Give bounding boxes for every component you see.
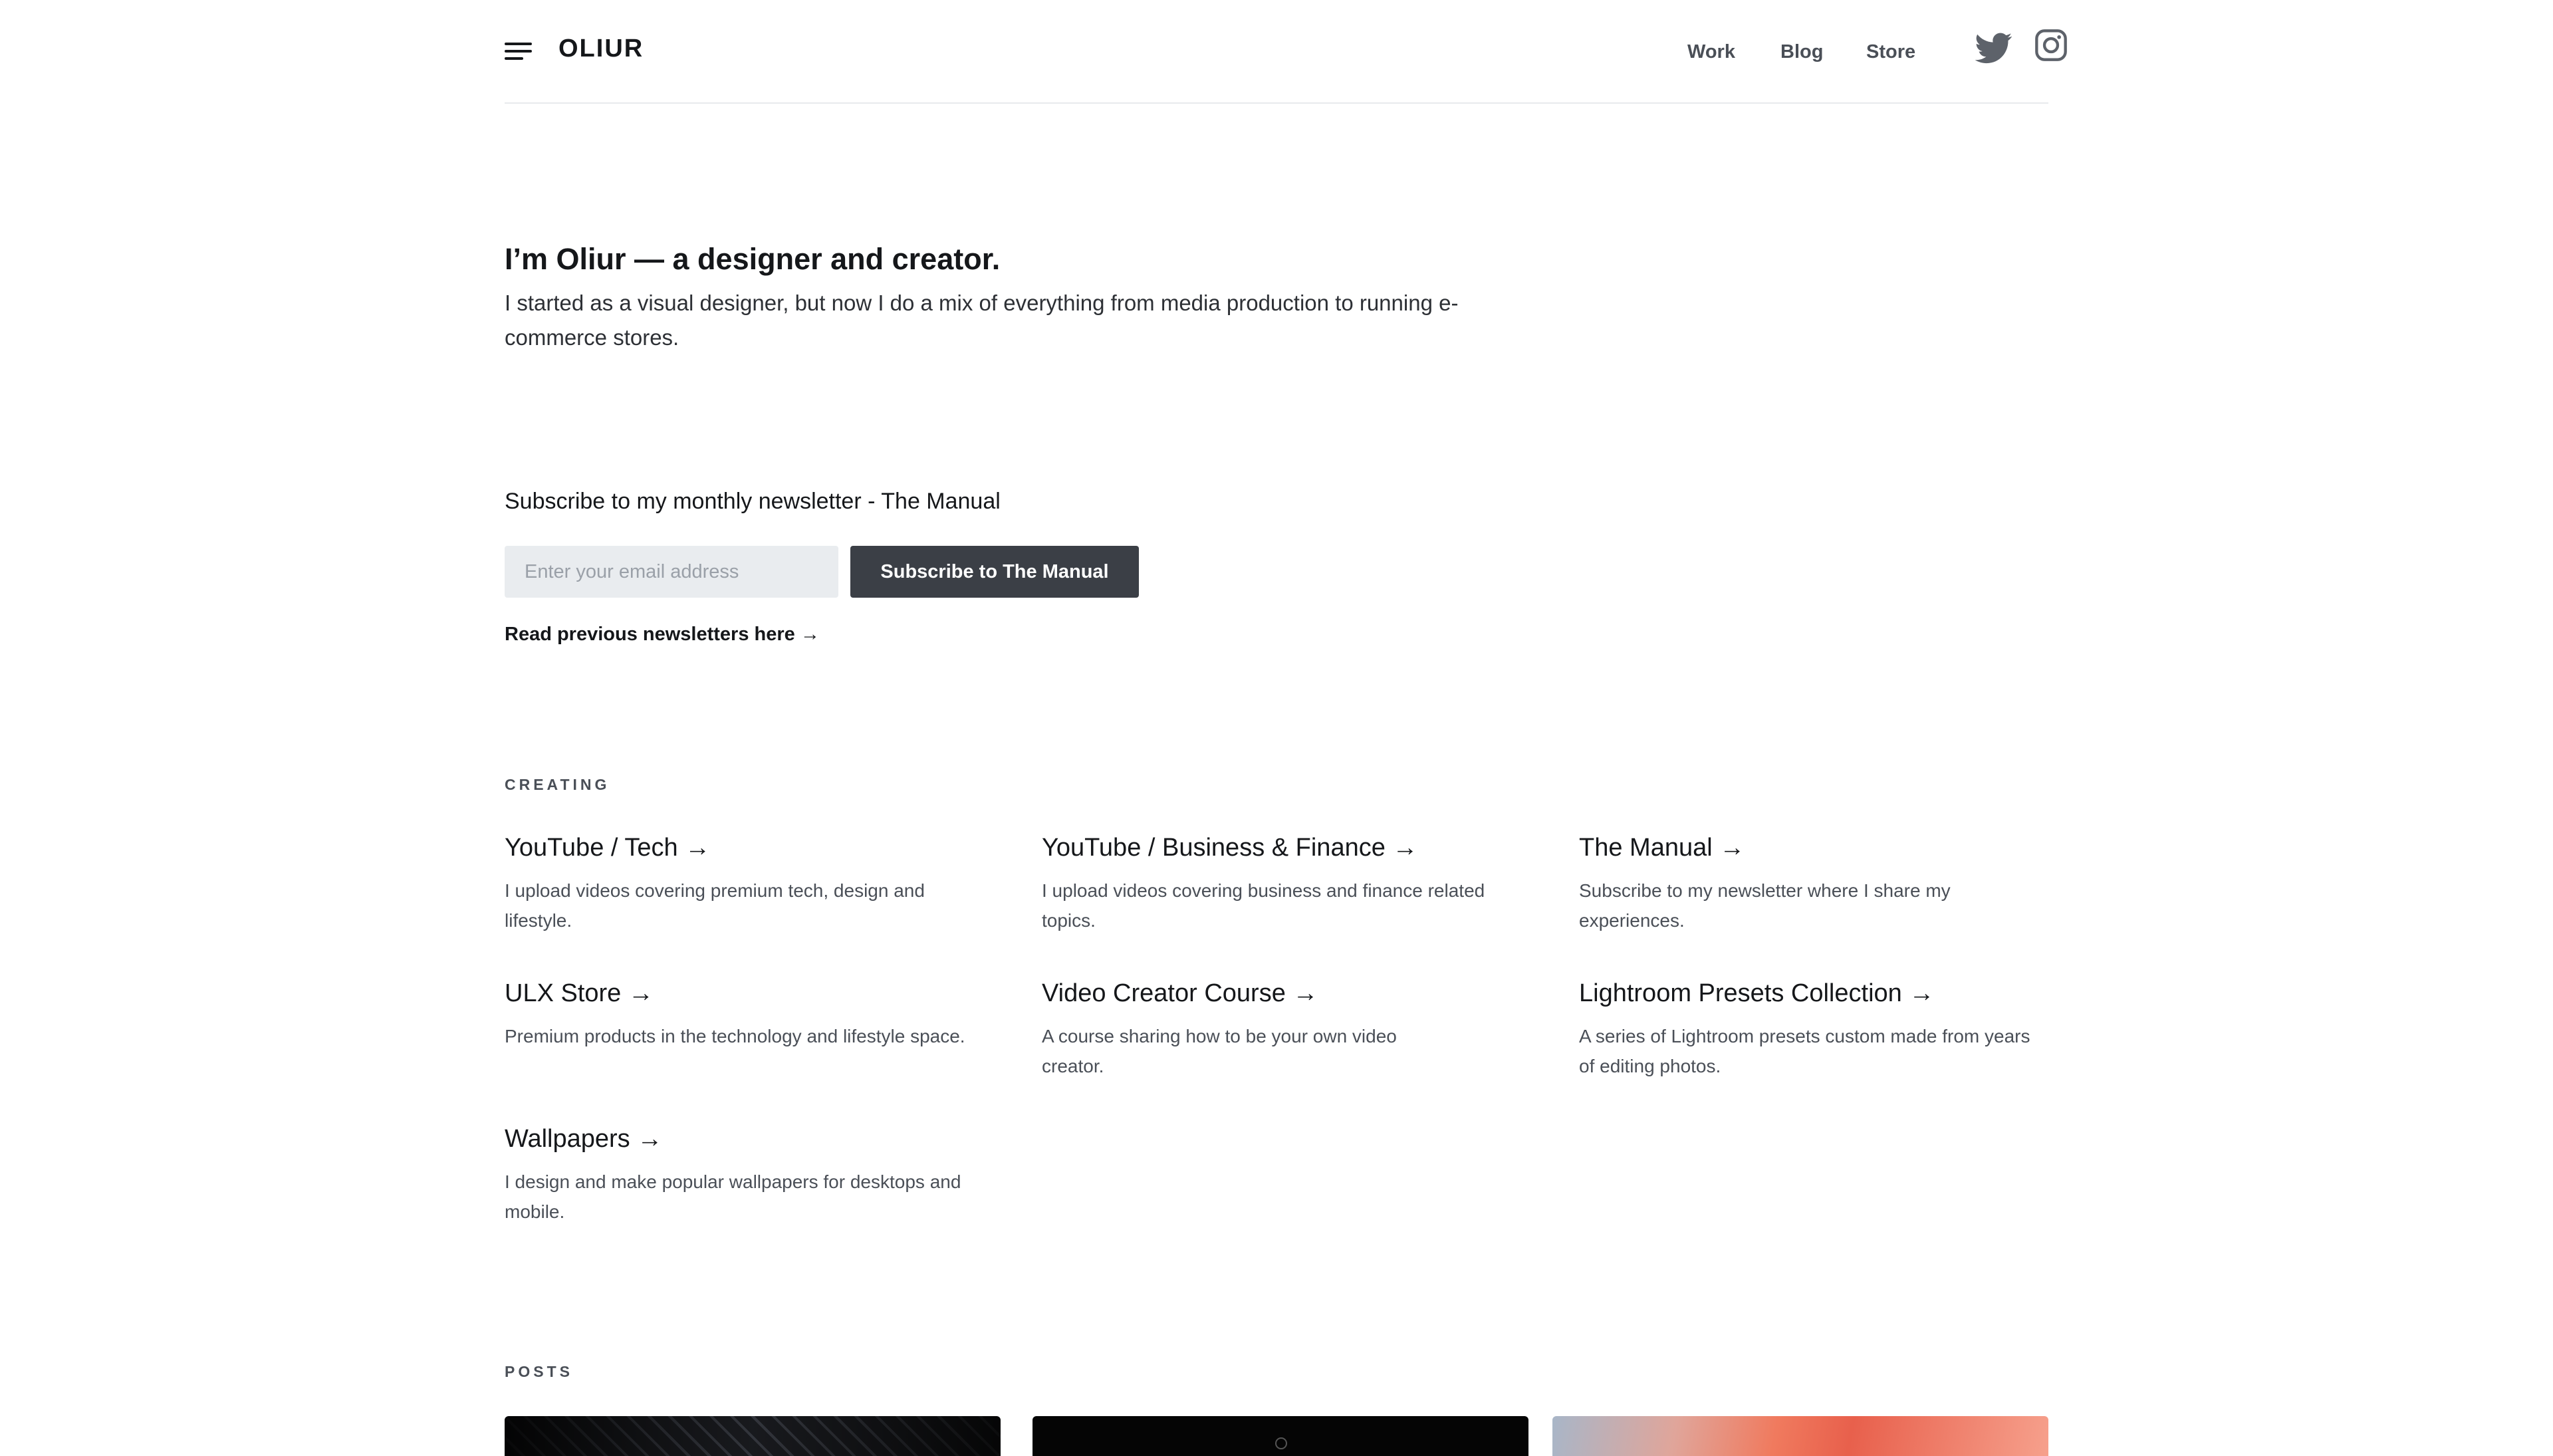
creating-item: Video Creator Course → A course sharing … [1042, 979, 1534, 1081]
email-input[interactable] [505, 546, 838, 598]
creating-item: ULX Store → Premium products in the tech… [505, 979, 997, 1051]
post-thumbnail[interactable] [505, 1416, 1001, 1456]
creating-item-description: Subscribe to my newsletter where I share… [1579, 880, 1951, 931]
creating-item: YouTube / Business & Finance → I upload … [1042, 834, 1534, 935]
hero-text: I started as a visual designer, but now … [505, 291, 1459, 350]
creating-item-description: Premium products in the technology and l… [505, 1026, 965, 1046]
creating-item-title[interactable]: Wallpapers → [505, 1125, 997, 1153]
creating-item-title[interactable]: The Manual → [1579, 834, 2071, 862]
creating-item-title[interactable]: ULX Store → [505, 979, 997, 1008]
menu-icon[interactable] [505, 43, 532, 60]
hero-title: I’m Oliur — a designer and creator. [505, 242, 1001, 276]
nav-link-blog[interactable]: Blog [1780, 41, 1823, 63]
site-header: OLIUR Work Blog Store [505, 0, 2067, 104]
previous-newsletters-link[interactable]: Read previous newsletters here → [505, 624, 820, 646]
creating-item-description: I design and make popular wallpapers for… [505, 1171, 961, 1222]
creating-item: The Manual → Subscribe to my newsletter … [1579, 834, 2071, 935]
post-logo-icon [1275, 1437, 1287, 1449]
creating-item-title[interactable]: YouTube / Tech → [505, 834, 997, 862]
subscribe-button[interactable]: Subscribe to The Manual [850, 546, 1139, 598]
creating-item-description: I upload videos covering premium tech, d… [505, 880, 925, 931]
creating-section-label: CREATING [505, 776, 610, 793]
instagram-icon[interactable] [2034, 28, 2071, 65]
newsletter-heading: Subscribe to my monthly newsletter - The… [505, 489, 1001, 514]
creating-item-title[interactable]: Video Creator Course → [1042, 979, 1534, 1008]
creating-item: Wallpapers → I design and make popular w… [505, 1125, 997, 1227]
twitter-icon[interactable] [1975, 29, 2012, 66]
post-thumbnail[interactable] [1552, 1416, 2048, 1456]
post-thumbnail[interactable] [1033, 1416, 1528, 1456]
creating-item-title[interactable]: YouTube / Business & Finance → [1042, 834, 1534, 862]
creating-item-description: A series of Lightroom presets custom mad… [1579, 1026, 2030, 1076]
page-container: OLIUR Work Blog Store I’m Oliur — a desi… [505, 0, 2067, 1456]
posts-section-label: POSTS [505, 1363, 573, 1380]
site-logo[interactable]: OLIUR [558, 35, 644, 63]
creating-item-description: I upload videos covering business and fi… [1042, 880, 1485, 931]
creating-item: Lightroom Presets Collection → A series … [1579, 979, 2071, 1081]
nav-link-store[interactable]: Store [1866, 41, 1915, 63]
nav-link-work[interactable]: Work [1687, 41, 1735, 63]
creating-item: YouTube / Tech → I upload videos coverin… [505, 834, 997, 935]
creating-item-title[interactable]: Lightroom Presets Collection → [1579, 979, 2071, 1008]
creating-item-description: A course sharing how to be your own vide… [1042, 1026, 1397, 1076]
